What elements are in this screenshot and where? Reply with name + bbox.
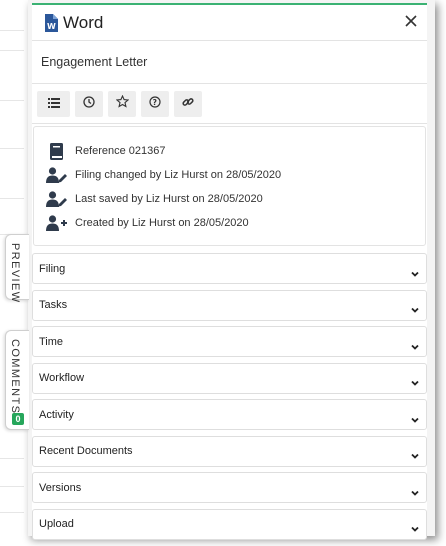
user-plus-icon — [46, 214, 68, 232]
app-title: Word — [63, 12, 104, 32]
document-panel: W Word Engagement Letter ? Reference 021… — [32, 3, 427, 540]
section-label: Upload — [39, 518, 74, 530]
user-edit-icon — [46, 190, 68, 208]
link-icon — [182, 95, 194, 113]
comments-count-badge: 0 — [12, 413, 24, 425]
section-time[interactable]: Time — [32, 326, 427, 357]
user-edit-icon — [46, 166, 68, 184]
divider — [0, 486, 24, 487]
chevron-down-icon — [410, 338, 420, 350]
divider — [0, 198, 24, 199]
chevron-down-icon — [410, 301, 420, 313]
sections-accordion: Filing Tasks Time Workflow Activity Rece… — [32, 253, 427, 545]
chevron-down-icon — [410, 520, 420, 532]
section-label: Activity — [39, 408, 74, 421]
section-activity[interactable]: Activity — [32, 399, 427, 430]
section-filing[interactable]: Filing — [32, 253, 427, 284]
chevron-down-icon — [410, 374, 420, 386]
history-button[interactable] — [75, 90, 103, 117]
section-recent-documents[interactable]: Recent Documents — [32, 435, 427, 467]
svg-text:W: W — [47, 22, 56, 31]
divider — [0, 458, 24, 459]
clock-icon — [83, 95, 95, 113]
info-row-created: Created by Liz Hurst on 28/05/2020 — [34, 211, 425, 235]
favourite-button[interactable] — [108, 90, 136, 117]
section-label: Versions — [39, 481, 82, 494]
close-icon[interactable] — [403, 13, 419, 29]
section-label: Recent Documents — [39, 445, 133, 457]
word-icon: W — [44, 13, 58, 32]
chevron-down-icon — [410, 411, 420, 423]
filing-changed-text: Filing changed by Liz Hurst on 28/05/202… — [75, 169, 282, 181]
help-icon: ? — [149, 95, 161, 113]
section-upload[interactable]: Upload — [32, 508, 427, 540]
section-label: Tasks — [39, 299, 68, 311]
section-tasks[interactable]: Tasks — [32, 289, 427, 321]
book-icon — [46, 142, 68, 160]
divider — [0, 148, 24, 149]
divider — [0, 512, 24, 513]
divider — [0, 50, 24, 51]
section-label: Time — [39, 335, 64, 348]
tab-preview-label: PREVIEW — [9, 243, 21, 304]
chevron-down-icon — [410, 265, 420, 277]
details-button[interactable] — [37, 90, 70, 117]
panel-header: W Word — [32, 5, 427, 41]
created-text: Created by Liz Hurst on 28/05/2020 — [75, 217, 249, 229]
document-info: Reference 021367 Filing changed by Liz H… — [33, 126, 426, 246]
svg-text:?: ? — [153, 98, 157, 107]
chevron-down-icon — [410, 484, 420, 496]
divider — [0, 100, 24, 101]
tab-preview[interactable]: PREVIEW — [5, 234, 29, 304]
list-icon — [47, 95, 60, 113]
divider — [0, 30, 24, 31]
info-row-filing: Filing changed by Liz Hurst on 28/05/202… — [34, 163, 425, 187]
copy-link-button[interactable] — [174, 90, 202, 117]
section-versions[interactable]: Versions — [32, 472, 427, 503]
tab-comments-label: COMMENTS — [9, 339, 21, 415]
star-icon — [115, 94, 129, 113]
info-row-reference: Reference 021367 — [34, 139, 425, 163]
section-label: Filing — [39, 262, 66, 275]
reference-text: Reference 021367 — [75, 145, 166, 157]
section-workflow[interactable]: Workflow — [32, 362, 427, 394]
tab-comments[interactable]: COMMENTS 0 — [5, 330, 29, 430]
info-row-saved: Last saved by Liz Hurst on 28/05/2020 — [34, 187, 425, 211]
document-name: Engagement Letter — [32, 41, 427, 84]
help-button[interactable]: ? — [141, 90, 169, 117]
chevron-down-icon — [410, 447, 420, 459]
last-saved-text: Last saved by Liz Hurst on 28/05/2020 — [75, 193, 263, 205]
toolbar: ? — [32, 84, 427, 124]
section-label: Workflow — [39, 372, 85, 384]
